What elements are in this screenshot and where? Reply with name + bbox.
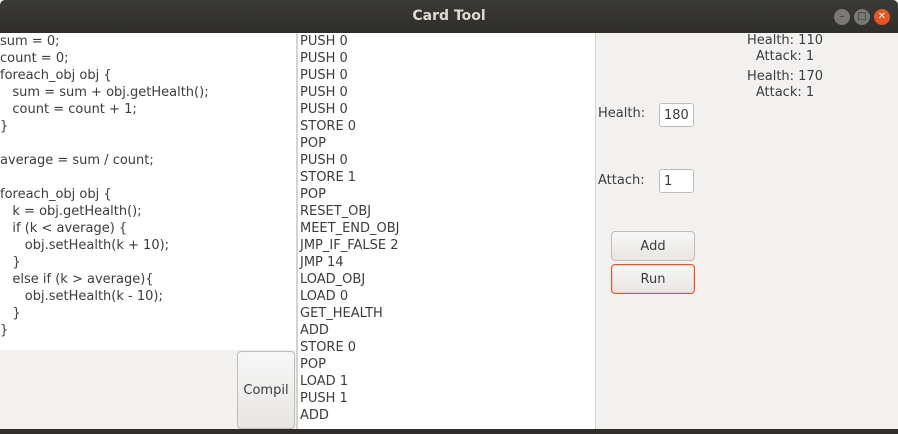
desktop-edge <box>0 429 898 434</box>
compile-button[interactable]: Compil <box>237 351 295 429</box>
code-line: average = sum / count; <box>0 153 154 168</box>
bytecode-line: PUSH 0 <box>300 153 348 168</box>
bytecode-line: JMP_IF_FALSE 2 <box>300 238 399 253</box>
add-button[interactable]: Add <box>611 231 695 261</box>
attack-input[interactable] <box>659 169 694 193</box>
bytecode-line: PUSH 0 <box>300 102 348 117</box>
source-code-editor[interactable]: sum = 0; count = 0; foreach_obj obj { su… <box>0 33 296 350</box>
card-attack: Attack: 1 <box>755 49 815 64</box>
code-line: } <box>0 323 9 338</box>
code-line: count = count + 1; <box>0 102 137 117</box>
code-line: sum = 0; <box>0 34 60 49</box>
card-item: Health: 110 Attack: 1 <box>700 33 870 65</box>
code-line: } <box>0 306 21 321</box>
bytecode-line: LOAD 0 <box>300 289 349 304</box>
bytecode-line: STORE 0 <box>300 119 357 134</box>
card-list: Health: 110 Attack: 1 Health: 170 Attack… <box>700 33 870 104</box>
code-line: count = 0; <box>0 51 69 66</box>
window-content: sum = 0; count = 0; foreach_obj obj { su… <box>0 33 898 434</box>
bytecode-line: PUSH 0 <box>300 68 348 83</box>
bytecode-list[interactable]: PUSH 0 PUSH 0 PUSH 0 PUSH 0 PUSH 0 STORE… <box>298 33 596 431</box>
bytecode-line: STORE 0 <box>300 340 357 355</box>
bytecode-line: POP <box>300 357 326 372</box>
bytecode-line: STORE 1 <box>300 170 357 185</box>
health-input[interactable] <box>659 103 694 127</box>
bytecode-line: LOAD_OBJ <box>300 272 366 287</box>
bytecode-line: ADD <box>300 408 329 423</box>
code-line: obj.setHealth(k + 10); <box>0 238 170 253</box>
close-icon[interactable]: ✕ <box>874 9 890 25</box>
run-button[interactable]: Run <box>611 264 695 294</box>
code-line: } <box>0 119 9 134</box>
attack-label: Attach: <box>598 173 645 188</box>
code-line: } <box>0 255 21 270</box>
bytecode-line: GET_HEALTH <box>300 306 383 321</box>
health-label: Health: <box>598 106 646 121</box>
bytecode-line: JMP 14 <box>300 255 344 270</box>
bytecode-line: PUSH 0 <box>300 34 348 49</box>
bytecode-line: PUSH 0 <box>300 85 348 100</box>
card-attack: Attack: 1 <box>755 85 815 100</box>
bytecode-line: RESET_OBJ <box>300 204 372 219</box>
bytecode-line: POP <box>300 187 326 202</box>
card-health: Health: 110 <box>746 33 823 48</box>
code-line: obj.setHealth(k - 10); <box>0 289 163 304</box>
bytecode-line: PUSH 1 <box>300 391 348 406</box>
bytecode-line: LOAD 1 <box>300 374 349 389</box>
bytecode-line: PUSH 0 <box>300 51 348 66</box>
code-line: foreach_obj obj { <box>0 68 112 83</box>
minimize-icon[interactable]: – <box>834 9 850 25</box>
window-controls: – □ ✕ <box>834 9 890 25</box>
card-item: Health: 170 Attack: 1 <box>700 69 870 101</box>
code-line: if (k < average) { <box>0 221 128 236</box>
code-line: else if (k > average){ <box>0 272 154 287</box>
card-health: Health: 170 <box>746 69 823 84</box>
maximize-icon[interactable]: □ <box>854 9 870 25</box>
code-line: foreach_obj obj { <box>0 187 112 202</box>
window-title: Card Tool <box>412 8 486 24</box>
window-titlebar: Card Tool – □ ✕ <box>0 0 898 33</box>
bytecode-line: ADD <box>300 323 329 338</box>
code-line: sum = sum + obj.getHealth(); <box>0 85 209 100</box>
bytecode-line: MEET_END_OBJ <box>300 221 400 236</box>
code-line: k = obj.getHealth(); <box>0 204 142 219</box>
bytecode-line: POP <box>300 136 326 151</box>
